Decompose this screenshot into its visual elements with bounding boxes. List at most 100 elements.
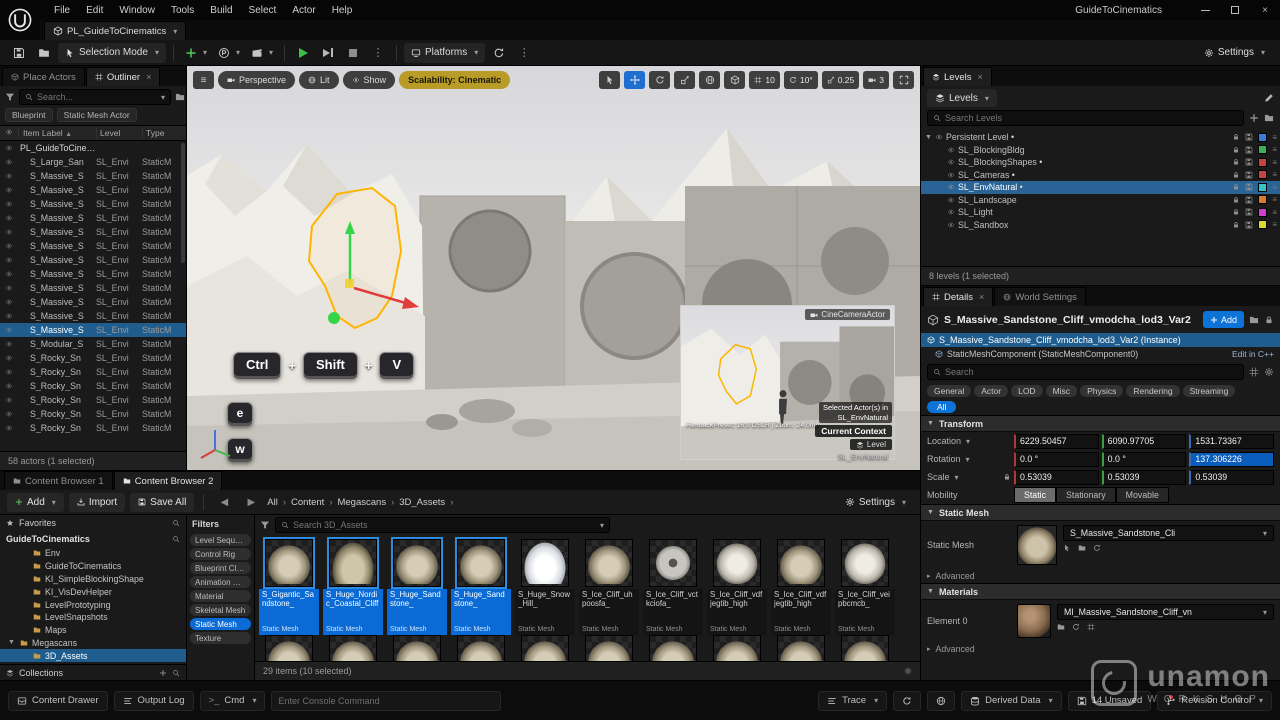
project-root-header[interactable]: GuideToCinematics bbox=[0, 531, 186, 547]
folder-tree-item[interactable]: ▼ LevelPrototyping bbox=[0, 598, 186, 611]
scale-snap-control[interactable]: 0.25 bbox=[822, 71, 860, 89]
outliner-filter-chip[interactable]: Blueprint bbox=[5, 108, 53, 122]
cb-add-button[interactable]: Add▾ bbox=[7, 493, 64, 512]
add-icon[interactable] bbox=[159, 669, 167, 677]
details-category-chip[interactable]: Rendering bbox=[1126, 385, 1179, 397]
location-label[interactable]: Location▾ bbox=[927, 436, 1011, 446]
filter-pill[interactable]: Material bbox=[190, 590, 251, 602]
lock-icon[interactable] bbox=[1232, 221, 1240, 229]
eye-icon[interactable] bbox=[0, 396, 18, 404]
asset-tile[interactable]: S_Ice_Cliff_uhpoosfa_ Static Mesh bbox=[577, 537, 641, 635]
details-all-chip[interactable]: All bbox=[927, 401, 956, 413]
add-actor-button[interactable]: ▾ bbox=[181, 43, 211, 63]
asset-thumbnail[interactable] bbox=[649, 635, 697, 661]
save-icon[interactable] bbox=[1245, 183, 1253, 191]
settings-dropdown[interactable]: Settings ▾ bbox=[1197, 43, 1272, 63]
asset-tile[interactable]: S_Ice_Cliff_vctkciofa_ Static Mesh bbox=[641, 537, 705, 635]
use-selected-icon[interactable] bbox=[1063, 544, 1071, 552]
lock-icon[interactable] bbox=[1232, 208, 1240, 216]
transform-section-header[interactable]: ▼Transform bbox=[921, 415, 1280, 432]
material-thumbnail[interactable] bbox=[1017, 604, 1051, 638]
scalability-badge[interactable]: Scalability: Cinematic bbox=[399, 71, 510, 89]
browse-to-asset-icon[interactable] bbox=[1057, 623, 1065, 631]
toolbar-options-button[interactable]: ⋮ bbox=[513, 43, 535, 63]
eye-icon[interactable] bbox=[0, 172, 18, 180]
outliner-row[interactable]: S_Modular_S SL_Envi StaticM bbox=[0, 337, 186, 351]
eye-icon[interactable] bbox=[947, 208, 955, 216]
save-icon[interactable] bbox=[1245, 221, 1253, 229]
level-color-swatch[interactable] bbox=[1258, 183, 1267, 192]
details-search-input[interactable] bbox=[945, 367, 1238, 377]
menu-item[interactable]: Window bbox=[111, 5, 163, 16]
eye-icon[interactable] bbox=[0, 340, 18, 348]
menu-item[interactable]: File bbox=[46, 5, 78, 16]
eye-icon[interactable] bbox=[947, 171, 955, 179]
filter-pill[interactable]: Level Sequence bbox=[190, 534, 251, 546]
lock-icon[interactable] bbox=[1232, 196, 1240, 204]
level-asset-tab[interactable]: PL_GuideToCinematics ▾ bbox=[44, 21, 186, 40]
level-color-swatch[interactable] bbox=[1258, 195, 1267, 204]
close-icon[interactable]: × bbox=[146, 72, 151, 82]
menu-item[interactable]: Select bbox=[241, 5, 285, 16]
asset-thumbnail[interactable] bbox=[329, 635, 377, 661]
asset-thumbnail[interactable] bbox=[585, 635, 633, 661]
asset-thumbnail[interactable] bbox=[521, 635, 569, 661]
show-dropdown[interactable]: Show bbox=[343, 71, 396, 89]
outliner-row[interactable]: S_Massive_S SL_Envi StaticM bbox=[0, 309, 186, 323]
save-icon[interactable] bbox=[1245, 133, 1253, 141]
eye-icon[interactable] bbox=[0, 256, 18, 264]
level-row[interactable]: ▼ SL_BlockingBldg ≡ bbox=[921, 144, 1280, 157]
asset-thumbnail[interactable] bbox=[393, 635, 441, 661]
scale-label[interactable]: Scale▾ bbox=[927, 472, 1011, 482]
view-options-icon[interactable] bbox=[904, 667, 912, 675]
folder-icon[interactable] bbox=[1264, 113, 1274, 123]
eye-icon[interactable] bbox=[0, 214, 18, 222]
eye-icon[interactable] bbox=[935, 133, 943, 141]
scale-y-field[interactable]: 0.53039 bbox=[1102, 470, 1187, 485]
outliner-row[interactable]: S_Massive_S SL_Envi StaticM bbox=[0, 225, 186, 239]
outliner-row[interactable]: S_Massive_S SL_Envi StaticM bbox=[0, 239, 186, 253]
browse-to-asset-icon[interactable] bbox=[1078, 544, 1086, 552]
level-color-swatch[interactable] bbox=[1258, 170, 1267, 179]
maximize-button[interactable] bbox=[1220, 0, 1250, 20]
revision-control-dropdown[interactable]: Revision Control▾ bbox=[1157, 691, 1272, 711]
eye-icon[interactable] bbox=[947, 183, 955, 191]
drag-handle[interactable]: ≡ bbox=[1272, 208, 1276, 217]
output-log-button[interactable]: Output Log bbox=[114, 691, 194, 711]
eye-icon[interactable] bbox=[0, 382, 18, 390]
location-z-field[interactable]: 1531.73367 bbox=[1189, 434, 1274, 449]
asset-tile[interactable]: S_Ice_Cliff_vdfjegtib_high Static Mesh bbox=[705, 537, 769, 635]
eye-icon[interactable] bbox=[0, 410, 18, 418]
close-icon[interactable]: × bbox=[977, 72, 982, 82]
level-row[interactable]: ▼ SL_Landscape ≡ bbox=[921, 194, 1280, 207]
menu-item[interactable]: Edit bbox=[78, 5, 111, 16]
save-icon[interactable] bbox=[1245, 158, 1253, 166]
trace-dropdown[interactable]: Trace▾ bbox=[818, 691, 887, 711]
save-button[interactable] bbox=[8, 43, 30, 63]
tab-world-settings[interactable]: World Settings bbox=[994, 287, 1086, 306]
select-tool[interactable] bbox=[599, 71, 620, 89]
gear-icon[interactable] bbox=[1264, 367, 1274, 377]
play-options-button[interactable]: ⋮ bbox=[367, 43, 389, 63]
chevron-down-icon[interactable]: ▼ bbox=[925, 134, 935, 141]
menu-item[interactable]: Tools bbox=[163, 5, 202, 16]
eye-icon[interactable] bbox=[0, 186, 18, 194]
outliner-row[interactable]: S_Rocky_Sn SL_Envi StaticM bbox=[0, 379, 186, 393]
unsaved-button[interactable]: 14 Unsaved bbox=[1068, 691, 1152, 711]
rotation-x-field[interactable]: 0.0 ° bbox=[1014, 452, 1099, 467]
lock-icon[interactable] bbox=[1232, 171, 1240, 179]
outliner-row[interactable]: S_Massive_S SL_Envi StaticM bbox=[0, 169, 186, 183]
cb-save-all-button[interactable]: Save All bbox=[130, 493, 194, 512]
lock-icon[interactable] bbox=[1232, 133, 1240, 141]
world-local-toggle[interactable] bbox=[699, 71, 720, 89]
outliner-row[interactable]: S_Massive_S SL_Envi StaticM bbox=[0, 211, 186, 225]
filter-pill[interactable]: Skeletal Mesh bbox=[190, 604, 251, 616]
details-category-chip[interactable]: Physics bbox=[1080, 385, 1123, 397]
outliner-row[interactable]: S_Rocky_Sn SL_Envi StaticM bbox=[0, 421, 186, 435]
scrollbar[interactable] bbox=[181, 143, 185, 263]
asset-tile[interactable]: S_Huge_Sandstone_ Static Mesh bbox=[449, 537, 513, 635]
filter-pill[interactable]: Animation Seque bbox=[190, 576, 251, 588]
static-mesh-thumbnail[interactable] bbox=[1017, 525, 1057, 565]
rotation-y-field[interactable]: 0.0 ° bbox=[1102, 452, 1187, 467]
eye-icon[interactable] bbox=[0, 228, 18, 236]
